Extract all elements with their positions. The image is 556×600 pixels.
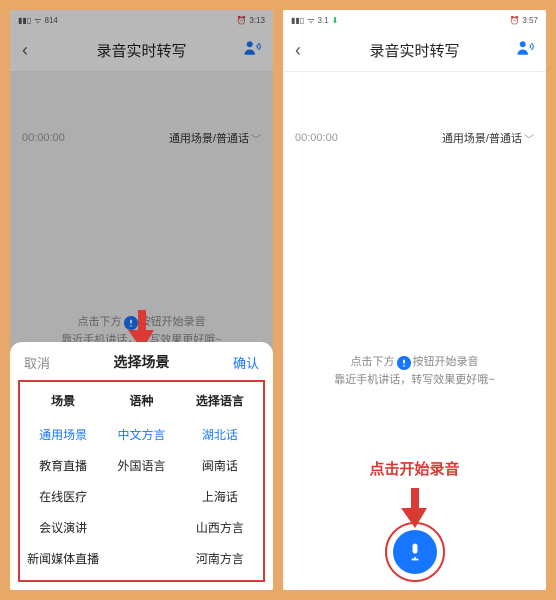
sheet-title: 选择场景	[114, 352, 170, 372]
scene-language-selector[interactable]: 通用场景/普通话 ﹀	[442, 130, 534, 146]
cancel-button[interactable]: 取消	[24, 353, 50, 372]
dialect-option[interactable]: 湖北话	[181, 419, 259, 450]
page-title: 录音实时转写	[369, 40, 459, 61]
wifi-icon: ᯤ	[307, 15, 314, 26]
back-icon[interactable]: ‹	[295, 40, 301, 61]
net-text: 3.1	[318, 16, 329, 25]
scene-option[interactable]: 教育直播	[24, 450, 102, 481]
dialect-option[interactable]: 上海话	[181, 481, 259, 512]
langtype-option[interactable]: 中文方言	[102, 419, 180, 450]
sheet-header: 取消 选择场景 确认	[18, 352, 265, 380]
timer-text: 00:00:00	[295, 132, 338, 144]
scene-option[interactable]: 会议演讲	[24, 512, 102, 543]
download-icon: ⬇	[332, 16, 339, 25]
app-header: ‹ 录音实时转写	[283, 30, 546, 72]
status-left: ▮▮▯ ᯤ 3.1 ⬇	[291, 15, 338, 26]
col-head-scene: 场景	[24, 388, 102, 419]
phone-left: ▮▮▯ ᯤ 814 ⏰ 3:13 ‹ 录音实时转写 00:00:00 通用场景/…	[10, 10, 273, 590]
timer-row: 00:00:00 通用场景/普通话 ﹀	[283, 122, 546, 154]
confirm-button[interactable]: 确认	[233, 353, 259, 372]
chevron-down-icon: ﹀	[524, 131, 534, 146]
phone-right: ▮▮▯ ᯤ 3.1 ⬇ ⏰ 3:57 ‹ 录音实时转写 00:00:00 通用场…	[283, 10, 546, 590]
annotation-box: 场景 语种 选择语言 通用场景 教育直播 在线医疗 会议演讲 新闻媒体直播 中文…	[18, 380, 265, 582]
scene-option[interactable]: 新闻媒体直播	[24, 543, 102, 574]
col-head-langtype: 语种	[102, 388, 180, 419]
signal-icon: ▮▮▯	[291, 16, 304, 25]
hint-block: 点击下方 按钮开始录音 靠近手机讲话，转写效果更好哦~	[283, 354, 546, 389]
tutorial-comparison: ▮▮▯ ᯤ 814 ⏰ 3:13 ‹ 录音实时转写 00:00:00 通用场景/…	[0, 0, 556, 600]
hint-line2: 靠近手机讲话，转写效果更好哦~	[283, 372, 546, 390]
annotation-label: 点击开始录音	[369, 458, 459, 479]
alarm-icon: ⏰	[509, 16, 519, 25]
time-text: 3:57	[522, 16, 538, 25]
status-right: ⏰ 3:57	[509, 16, 538, 25]
col-head-dialect: 选择语言	[181, 388, 259, 419]
scene-picker-sheet: 取消 选择场景 确认 场景 语种 选择语言 通用场景 教育直播 在线医疗 会议演…	[10, 342, 273, 590]
mic-icon	[397, 356, 411, 370]
status-bar: ▮▮▯ ᯤ 3.1 ⬇ ⏰ 3:57	[283, 10, 546, 30]
dialect-option[interactable]: 闽南话	[181, 450, 259, 481]
langtype-option[interactable]: 外国语言	[102, 450, 180, 481]
hint-pre: 点击下方	[351, 354, 395, 372]
dialect-option[interactable]: 山西方言	[181, 512, 259, 543]
scene-option[interactable]: 在线医疗	[24, 481, 102, 512]
scene-option[interactable]: 通用场景	[24, 419, 102, 450]
hint-post: 按钮开始录音	[413, 354, 479, 372]
record-button[interactable]	[393, 530, 437, 574]
dialect-option[interactable]: 河南方言	[181, 543, 259, 574]
annotation-circle	[385, 522, 445, 582]
avatar-icon[interactable]	[516, 39, 534, 62]
scene-lang-text: 通用场景/普通话	[442, 130, 522, 146]
